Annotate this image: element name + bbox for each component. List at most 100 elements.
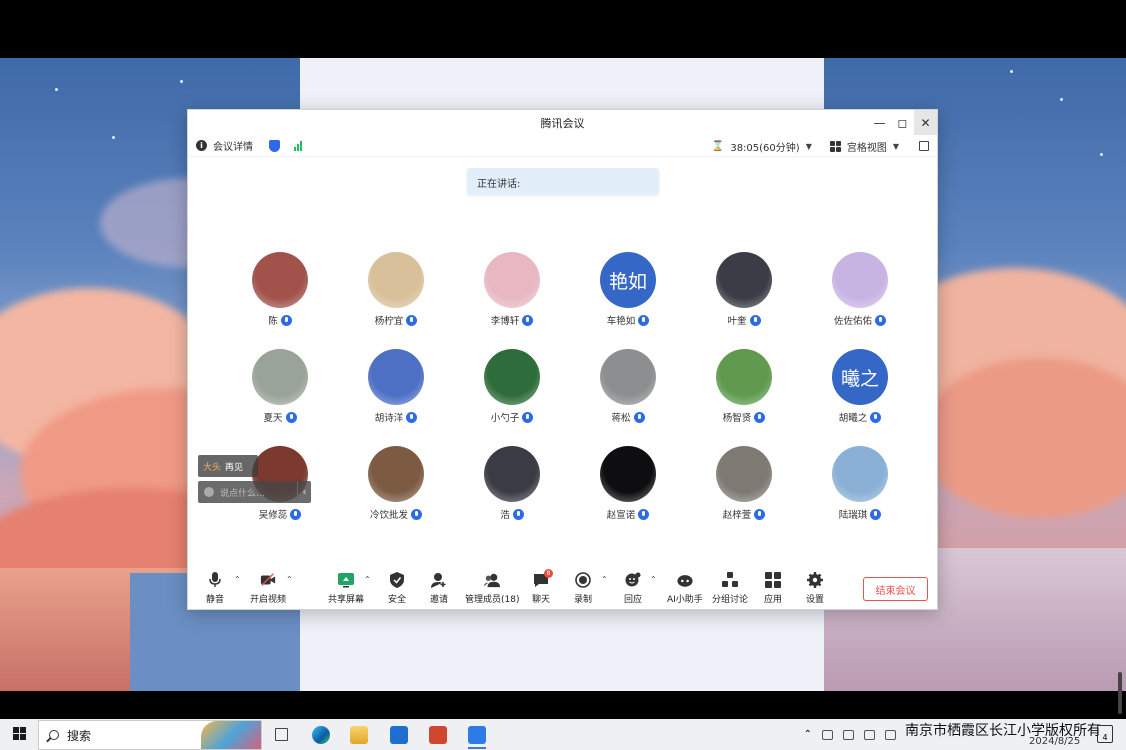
volume-icon[interactable] (885, 729, 896, 740)
info-icon[interactable]: i (196, 140, 207, 151)
invite-button[interactable]: 邀请 (430, 572, 448, 605)
file-explorer-icon[interactable] (346, 722, 372, 747)
mute-button[interactable]: 静音 (206, 572, 224, 605)
chat-badge: 8 (544, 569, 553, 578)
close-button[interactable]: ✕ (914, 110, 937, 135)
avatar (600, 349, 656, 405)
view-mode-selector[interactable]: 宫格视图 (847, 139, 887, 154)
security-button[interactable]: 安全 (388, 572, 406, 605)
video-button[interactable]: 开启视频 (250, 572, 286, 605)
microphone-icon (633, 411, 645, 423)
participant-tile[interactable]: 陆瑞琪 (802, 446, 918, 521)
battery-icon[interactable] (864, 729, 875, 740)
chevron-down-icon[interactable]: ▼ (806, 142, 812, 151)
participant-tile[interactable]: 小勺子 (454, 349, 570, 424)
grid-view-icon[interactable] (829, 140, 841, 152)
taskbar-date[interactable]: 2024/8/25 (1029, 736, 1080, 747)
participant-name: 胡曦之 (838, 413, 868, 424)
share-options-caret[interactable]: ⌃ (364, 575, 371, 584)
microphone-icon (875, 314, 886, 326)
minimize-button[interactable]: — (868, 110, 891, 135)
fullscreen-icon[interactable] (919, 141, 929, 151)
video-options-caret[interactable]: ⌃ (286, 575, 293, 584)
microphone-icon (280, 314, 292, 326)
participant-tile[interactable]: 浩 (454, 446, 570, 521)
shield-icon[interactable] (269, 139, 280, 152)
ai-assistant-button[interactable]: AI小助手 (667, 572, 703, 605)
signal-icon[interactable] (294, 140, 302, 151)
record-button[interactable]: 录制 (574, 572, 592, 605)
participant-name: 蒋松 (611, 413, 631, 424)
wifi-icon[interactable] (843, 729, 854, 740)
participant-name: 陈 (268, 316, 278, 327)
search-icon (49, 730, 59, 740)
microphone-icon (290, 508, 302, 520)
reaction-options-caret[interactable]: ⌃ (650, 575, 657, 584)
breakout-icon (722, 572, 738, 588)
participant-tile[interactable]: 赵宣诺 (570, 446, 686, 521)
mute-options-caret[interactable]: ⌃ (234, 575, 241, 584)
task-view-button[interactable] (268, 722, 294, 747)
chat-placeholder: 说点什么... (220, 488, 265, 499)
shield-icon (389, 572, 405, 588)
record-options-caret[interactable]: ⌃ (601, 575, 608, 584)
settings-button[interactable]: 设置 (806, 572, 824, 605)
participant-name: 杨柠宜 (374, 316, 404, 327)
microphone-icon (754, 411, 766, 423)
participant-name: 赵宣诺 (606, 510, 636, 521)
participant-tile[interactable]: 佐佐佑佑 (802, 252, 918, 327)
participant-name: 陆瑞琪 (838, 510, 868, 521)
reaction-button[interactable]: 回应 (624, 572, 642, 605)
participant-tile[interactable]: 冷饮批发 (338, 446, 454, 521)
title-bar[interactable]: 腾讯会议 — ◻ ✕ (188, 110, 937, 135)
participant-tile[interactable]: 杨柠宜 (338, 252, 454, 327)
participant-name: 杨智贤 (722, 413, 752, 424)
microphone-icon (638, 314, 650, 326)
edge-browser-icon[interactable] (308, 722, 334, 747)
apps-button[interactable]: 应用 (764, 572, 782, 605)
microphone-icon (512, 508, 524, 520)
participant-tile[interactable]: 杨智贤 (686, 349, 802, 424)
participant-tile[interactable]: 曦之 胡曦之 (802, 349, 918, 424)
chat-text: 再见 (225, 462, 244, 473)
robot-icon (677, 572, 693, 588)
emoji-icon[interactable] (204, 487, 214, 497)
windows-start-icon[interactable] (13, 727, 26, 740)
notification-icon[interactable]: 4 (1097, 725, 1113, 743)
taskbar-search[interactable]: 搜索 (38, 720, 262, 750)
participant-tile[interactable]: 胡诗洋 (338, 349, 454, 424)
participant-tile[interactable]: 艳如 车艳如 (570, 252, 686, 327)
participant-tile[interactable]: 蒋松 (570, 349, 686, 424)
powerpoint-icon[interactable] (425, 722, 451, 747)
collapse-chat-icon[interactable]: ‹ (297, 481, 311, 503)
microphone-icon (870, 411, 882, 423)
end-meeting-button[interactable]: 结束会议 (863, 577, 928, 601)
chat-button[interactable]: 8 聊天 (532, 569, 553, 605)
breakout-button[interactable]: 分组讨论 (712, 572, 748, 605)
participant-name: 夏天 (263, 413, 283, 424)
maximize-button[interactable]: ◻ (891, 110, 914, 135)
meeting-details-link[interactable]: 会议详情 (213, 138, 253, 153)
chevron-down-icon[interactable]: ▼ (893, 142, 899, 151)
apps-icon (765, 572, 781, 588)
microphone-icon (406, 314, 418, 326)
tray-chevron-icon[interactable]: ⌃ (804, 729, 812, 740)
participant-tile[interactable]: 李博轩 (454, 252, 570, 327)
participant-tile[interactable]: 夏天 (222, 349, 338, 424)
chat-input[interactable]: 说点什么... ‹ (198, 481, 311, 503)
top-letterbox (0, 0, 1126, 58)
onedrive-icon[interactable] (822, 729, 833, 740)
microphone-icon (411, 508, 422, 520)
mail-icon[interactable] (386, 722, 412, 747)
scroll-indicator[interactable] (1118, 672, 1122, 714)
participant-tile[interactable]: 叶奎 (686, 252, 802, 327)
participant-tile[interactable]: 陈 (222, 252, 338, 327)
share-screen-button[interactable]: 共享屏幕 (328, 572, 364, 605)
manage-members-button[interactable]: 管理成员(18) (465, 572, 519, 605)
avatar (368, 349, 424, 405)
tencent-meeting-icon[interactable] (464, 722, 490, 749)
participant-tile[interactable]: 赵梓萱 (686, 446, 802, 521)
meeting-timer[interactable]: 38:05(60分钟) (730, 139, 799, 154)
microphone-icon (749, 314, 761, 326)
window-controls: — ◻ ✕ (868, 110, 937, 135)
